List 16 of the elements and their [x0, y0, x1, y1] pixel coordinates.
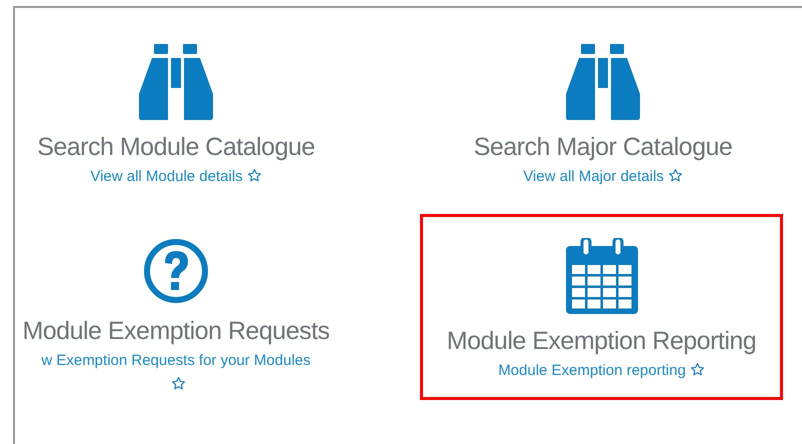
star-icon[interactable]	[690, 362, 705, 377]
star-icon[interactable]	[246, 168, 262, 183]
star-icon[interactable]	[668, 168, 683, 183]
help-icon	[143, 238, 209, 304]
tile-link[interactable]: View all Module details	[90, 168, 243, 185]
tile-title[interactable]: Module Exemption Requests	[22, 315, 330, 347]
calendar-icon	[566, 238, 638, 314]
binoculars-icon	[138, 44, 214, 120]
tile-link[interactable]: Module Exemption reporting	[498, 362, 686, 379]
tile-title[interactable]: Search Major Catalogue	[474, 131, 732, 163]
tile-link[interactable]: View all Major details	[523, 168, 664, 185]
tile-link[interactable]: w Exemption Requests for your Modules	[41, 352, 311, 369]
tile-title[interactable]: Module Exemption Reporting	[446, 325, 756, 357]
tile-title[interactable]: Search Module Catalogue	[37, 131, 315, 163]
binoculars-icon	[565, 44, 641, 120]
star-icon[interactable]	[170, 376, 186, 391]
